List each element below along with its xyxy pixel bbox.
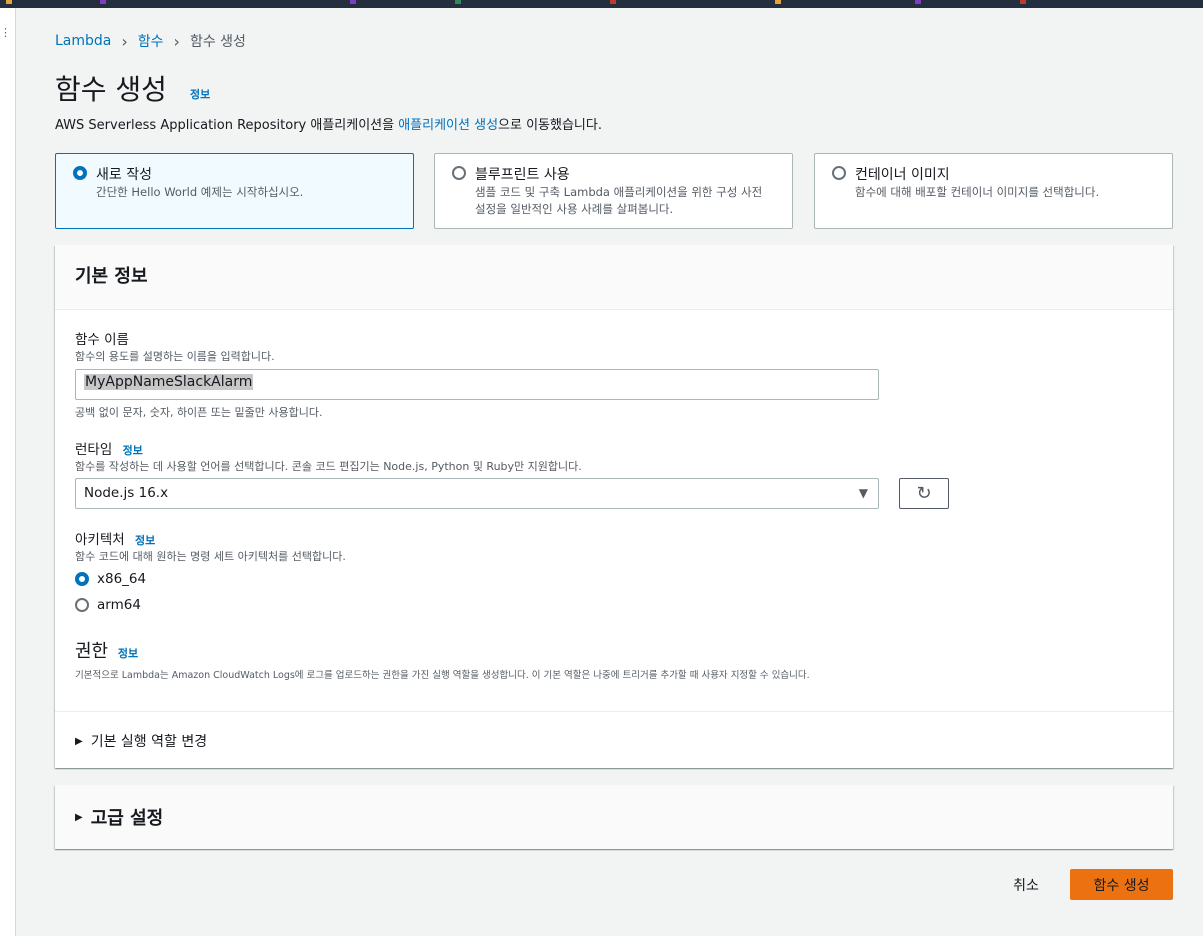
basic-info-panel: 기본 정보 함수 이름 함수의 용도를 설명하는 이름을 입력합니다. MyAp… [55,245,1173,768]
option-radio[interactable] [452,166,466,180]
panel-header: 기본 정보 [55,245,1173,310]
refresh-runtime-button[interactable]: ↻ [899,478,949,509]
option-radio-selected[interactable] [73,166,87,180]
option-description: 함수에 대해 배포할 컨테이너 이미지를 선택합니다. [855,185,1100,199]
breadcrumb-functions[interactable]: 함수 [138,31,164,51]
chevron-right-icon: › [121,31,128,51]
option-author-from-scratch[interactable]: 새로 작성 간단한 Hello World 예제는 시작하십시오. [55,153,414,229]
advanced-settings-label: 고급 설정 [90,808,164,829]
runtime-label: 런타임 정보 [75,438,143,458]
title-info-link[interactable]: 정보 [190,86,210,102]
breadcrumb-lambda[interactable]: Lambda [55,33,111,49]
runtime-description: 함수를 작성하는 데 사용할 언어를 선택합니다. 콘솔 코드 편집기는 Nod… [75,460,582,473]
option-title: 컨테이너 이미지 [855,167,950,183]
function-name-value: MyAppNameSlackAlarm [84,374,254,390]
expander-label: 기본 실행 역할 변경 [90,734,208,750]
advanced-settings-expander[interactable]: ▶ 고급 설정 [75,804,163,830]
page-title: 함수 생성 [55,73,167,106]
function-name-constraint: 공백 없이 문자, 숫자, 하이픈 또는 밑줄만 사용합니다. [75,406,323,419]
option-radio[interactable] [832,166,846,180]
caret-right-icon: ▶ [75,811,83,823]
radio-selected[interactable] [75,572,89,586]
option-title: 블루프린트 사용 [475,167,570,183]
change-execution-role-expander[interactable]: ▶ 기본 실행 역할 변경 [75,731,207,751]
breadcrumb-current: 함수 생성 [189,34,246,50]
function-name-description: 함수의 용도를 설명하는 이름을 입력합니다. [75,350,275,363]
page-description-prefix: AWS Serverless Application Repository 애플… [55,118,399,133]
function-name-input[interactable]: MyAppNameSlackAlarm [75,369,879,400]
top-navigation-bar [0,0,1203,8]
create-application-link[interactable]: 애플리케이션 생성 [398,118,498,133]
architecture-option-label: arm64 [97,597,141,613]
caret-right-icon: ▶ [75,735,83,747]
permissions-description: 기본적으로 Lambda는 Amazon CloudWatch Logs에 로그… [75,670,810,681]
runtime-select[interactable]: Node.js 16.x ▼ [75,478,879,509]
architecture-option-arm64[interactable]: arm64 [75,597,141,613]
runtime-selected-value: Node.js 16.x [84,485,169,501]
menu-icon[interactable]: ⋮ [0,26,11,39]
radio[interactable] [75,598,89,612]
architecture-option-x86_64[interactable]: x86_64 [75,571,146,587]
caret-down-icon: ▼ [858,486,868,500]
advanced-settings-panel: ▶ 고급 설정 [55,785,1173,849]
page-description-suffix: 으로 이동했습니다. [498,118,602,133]
architecture-option-label: x86_64 [97,571,147,587]
cancel-button[interactable]: 취소 [1001,869,1051,900]
architecture-description: 함수 코드에 대해 원하는 명령 세트 아키텍처를 선택합니다. [75,550,346,563]
page-description: AWS Serverless Application Repository 애플… [55,114,602,133]
divider [55,711,1173,712]
runtime-label-text: 런타임 [75,442,113,458]
option-title: 새로 작성 [96,167,152,183]
option-description: 샘플 코드 및 구축 Lambda 애플리케이션을 위한 구성 사전 설정을 일… [475,185,763,216]
permissions-heading: 권한 정보 [75,637,138,663]
permissions-info-link[interactable]: 정보 [118,647,138,660]
panel-title: 기본 정보 [75,266,148,287]
permissions-title: 권한 [75,641,109,662]
architecture-label-text: 아키텍처 [75,532,125,548]
breadcrumb: Lambda › 함수 › 함수 생성 [55,31,246,51]
architecture-info-link[interactable]: 정보 [135,534,155,547]
create-function-button[interactable]: 함수 생성 [1070,869,1173,900]
function-name-label: 함수 이름 [75,332,129,348]
option-description: 간단한 Hello World 예제는 시작하십시오. [96,185,304,199]
chevron-right-icon: › [173,31,180,51]
option-container-image[interactable]: 컨테이너 이미지 함수에 대해 배포할 컨테이너 이미지를 선택합니다. [814,153,1173,229]
option-use-blueprint[interactable]: 블루프린트 사용 샘플 코드 및 구축 Lambda 애플리케이션을 위한 구성… [434,153,793,229]
refresh-icon: ↻ [916,483,932,504]
side-navigation-collapsed: ⋮ [0,8,16,936]
architecture-label: 아키텍처 정보 [75,528,155,548]
runtime-info-link[interactable]: 정보 [123,444,143,457]
